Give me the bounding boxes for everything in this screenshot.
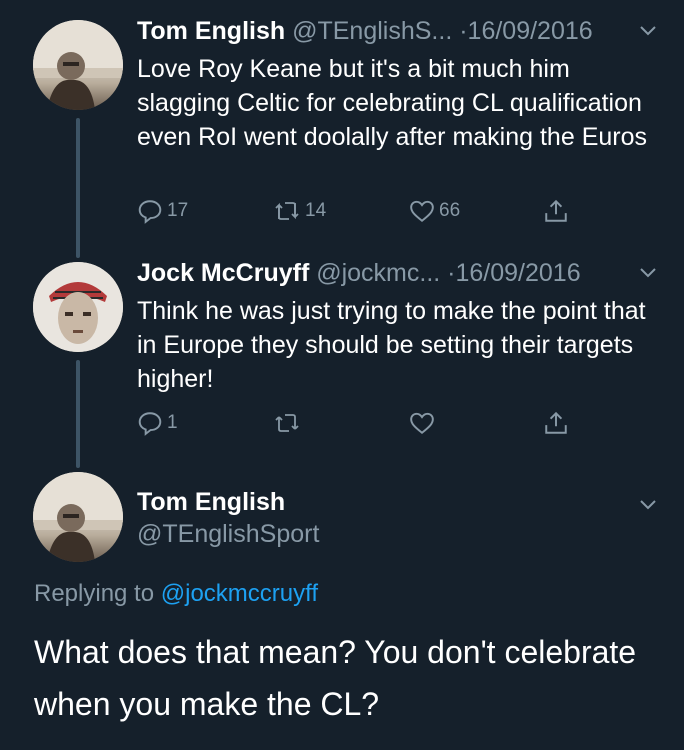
replying-prefix: Replying to (34, 580, 155, 607)
retweet-icon (273, 198, 301, 224)
share-button[interactable] (543, 410, 569, 436)
tweet-actions: 1 (137, 410, 587, 440)
mention-link[interactable]: @jockmccruyff (161, 580, 318, 607)
avatar[interactable] (33, 262, 123, 352)
tweet-text: Love Roy Keane but it's a bit much him s… (137, 55, 647, 151)
author-handle[interactable]: @TEnglishS... (292, 17, 452, 45)
retweet-count: 14 (305, 200, 327, 221)
chevron-down-icon[interactable] (638, 262, 658, 287)
share-icon (543, 198, 569, 224)
main-tweet-text: What does that mean? You don't celebrate… (34, 634, 637, 722)
like-count: 66 (439, 200, 461, 221)
author-name[interactable]: Tom English (137, 17, 285, 45)
tweet-actions: 17 14 66 (137, 198, 587, 228)
like-button[interactable] (409, 410, 439, 436)
thread-line (76, 118, 80, 258)
reply-button[interactable]: 17 (137, 198, 188, 224)
tweet-header: Tom English @TEnglishS... ·16/09/2016 (137, 16, 593, 46)
chevron-down-icon[interactable] (638, 20, 658, 45)
author-name[interactable]: Tom English (137, 488, 285, 517)
retweet-button[interactable]: 14 (273, 198, 326, 224)
like-button[interactable]: 66 (409, 198, 460, 224)
like-icon (409, 198, 435, 224)
reply-count: 1 (167, 412, 178, 433)
tweet-date[interactable]: ·16/09/2016 (447, 259, 580, 287)
author-name[interactable]: Jock McCruyff (137, 259, 309, 287)
chevron-down-icon[interactable] (638, 494, 658, 519)
retweet-icon (273, 410, 301, 436)
share-icon (543, 410, 569, 436)
avatar[interactable] (33, 20, 123, 110)
replying-to: Replying to @jockmccruyff (34, 580, 318, 608)
reply-button[interactable]: 1 (137, 410, 178, 436)
avatar[interactable] (33, 472, 123, 562)
reply-count: 17 (167, 200, 189, 221)
tweet-header: Jock McCruyff @jockmc... ·16/09/2016 (137, 258, 581, 288)
like-icon (409, 410, 435, 436)
reply-icon (137, 410, 163, 436)
tweet-text: Think he was just trying to make the poi… (137, 297, 646, 393)
tweet-date[interactable]: ·16/09/2016 (459, 17, 592, 45)
reply-icon (137, 198, 163, 224)
thread-line (76, 360, 80, 468)
share-button[interactable] (543, 198, 569, 224)
author-handle[interactable]: @jockmc... (316, 259, 440, 287)
retweet-button[interactable] (273, 410, 305, 436)
author-handle[interactable]: @TEnglishSport (137, 520, 319, 549)
